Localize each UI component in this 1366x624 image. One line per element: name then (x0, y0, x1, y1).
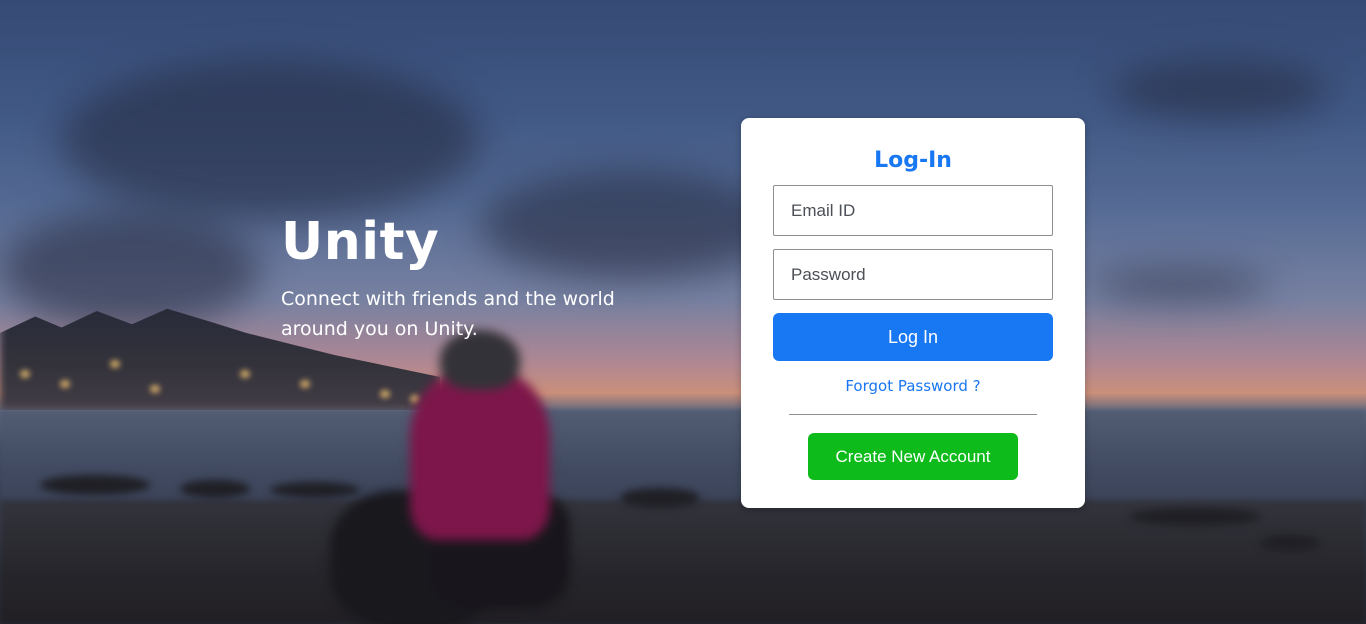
brand-logo-text: Unity (281, 212, 440, 272)
background-photo (0, 0, 1366, 624)
login-title: Log-In (874, 148, 952, 173)
login-card: Log-In Log In Forgot Password ? Create N… (741, 118, 1085, 508)
divider (789, 414, 1037, 415)
hero-section: Unity Connect with friends and the world… (281, 210, 641, 344)
create-account-button[interactable]: Create New Account (808, 433, 1018, 480)
forgot-password-link[interactable]: Forgot Password ? (741, 377, 1085, 395)
email-input[interactable] (773, 185, 1053, 236)
login-button[interactable]: Log In (773, 313, 1053, 361)
password-input[interactable] (773, 249, 1053, 300)
brand-tagline: Connect with friends and the world aroun… (281, 288, 615, 340)
